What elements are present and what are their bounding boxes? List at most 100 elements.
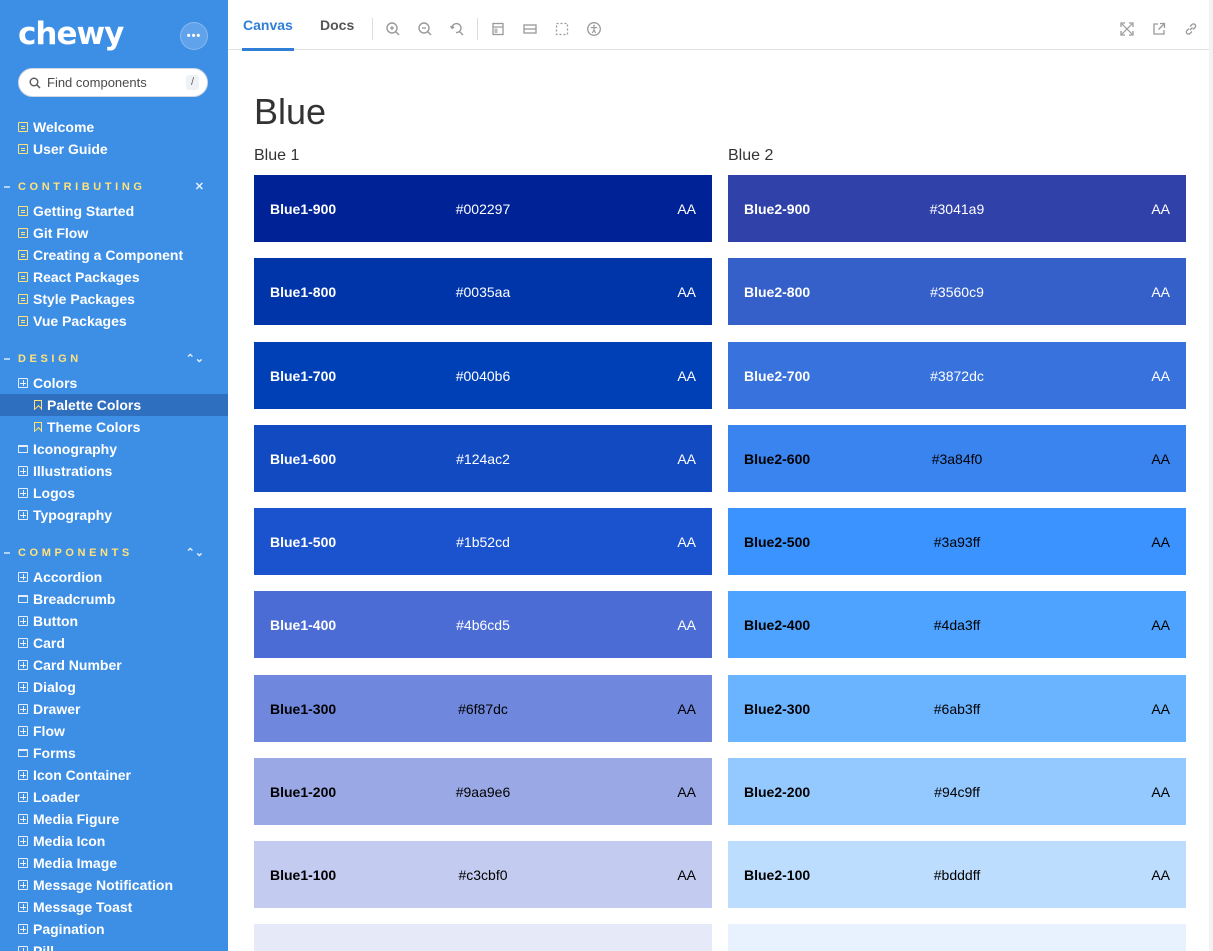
section-header-contributing[interactable]: CONTRIBUTING ✕ xyxy=(4,179,208,195)
sidebar-item-label: Dialog xyxy=(33,679,76,695)
section-marker xyxy=(4,358,10,360)
sidebar-item-media-figure[interactable]: Media Figure xyxy=(0,808,228,830)
swatch-hex: #4b6cd5 xyxy=(456,616,510,633)
accessibility-icon[interactable] xyxy=(586,21,602,37)
copy-link-icon[interactable] xyxy=(1183,21,1199,37)
sidebar-item-react-packages[interactable]: React Packages xyxy=(0,266,228,288)
open-new-tab-icon[interactable] xyxy=(1151,21,1167,37)
collapse-icon[interactable]: ✕ xyxy=(195,180,204,193)
sidebar-item-accordion[interactable]: Accordion xyxy=(0,566,228,588)
swatch-hex: #3a84f0 xyxy=(931,450,983,467)
sidebar-item-card-number[interactable]: Card Number xyxy=(0,654,228,676)
color-swatch: Blue2-700 #3872dc AA xyxy=(728,342,1186,409)
sidebar: chewy ••• / Welcome User Guide CONTRIBUTIN… xyxy=(0,0,228,951)
more-options-button[interactable]: ••• xyxy=(180,22,208,50)
sidebar-item-getting-started[interactable]: Getting Started xyxy=(0,200,228,222)
swatch-hex: #6f87dc xyxy=(458,700,508,717)
swatch-contrast-rating: AA xyxy=(677,450,696,467)
sidebar-item-forms[interactable]: Forms xyxy=(0,742,228,764)
sidebar-item-card[interactable]: Card xyxy=(0,632,228,654)
sidebar-item-label: Iconography xyxy=(33,441,118,457)
expand-collapse-icon[interactable]: ⌃⌄ xyxy=(186,352,204,365)
sidebar-item-message-notification[interactable]: Message Notification xyxy=(0,874,228,896)
folder-icon xyxy=(18,445,28,453)
sidebar-item-logos[interactable]: Logos xyxy=(0,482,228,504)
sidebar-item-style-packages[interactable]: Style Packages xyxy=(0,288,228,310)
search-icon xyxy=(29,77,41,88)
section-marker xyxy=(4,186,10,188)
component-icon xyxy=(18,726,28,736)
grid-icon[interactable] xyxy=(522,21,538,37)
document-icon xyxy=(18,122,28,132)
zoom-in-icon[interactable] xyxy=(385,21,401,37)
sidebar-item-loader[interactable]: Loader xyxy=(0,786,228,808)
search-input[interactable] xyxy=(47,75,167,90)
bookmark-icon xyxy=(34,422,42,432)
sidebar-item-user-guide[interactable]: User Guide xyxy=(0,138,228,160)
section-header-design[interactable]: DESIGN ⌃⌄ xyxy=(4,351,208,367)
swatch-hex: #94c9ff xyxy=(934,783,980,800)
sidebar-item-creating-a-component[interactable]: Creating a Component xyxy=(0,244,228,266)
sidebar-item-message-toast[interactable]: Message Toast xyxy=(0,896,228,918)
component-icon xyxy=(18,638,28,648)
swatch-hex: #3872dc xyxy=(930,367,984,384)
zoom-out-icon[interactable] xyxy=(417,21,433,37)
sidebar-item-typography[interactable]: Typography xyxy=(0,504,228,526)
sidebar-item-palette-colors[interactable]: Palette Colors xyxy=(0,394,228,416)
swatch-hex: #0040b6 xyxy=(455,367,511,384)
swatch-hex: #3560c9 xyxy=(930,283,984,300)
component-icon xyxy=(18,902,28,912)
sidebar-item-breadcrumb[interactable]: Breadcrumb xyxy=(0,588,228,610)
sidebar-item-theme-colors[interactable]: Theme Colors xyxy=(0,416,228,438)
zoom-reset-icon[interactable] xyxy=(449,21,465,37)
swatch-contrast-rating: AA xyxy=(677,616,696,633)
toolbar-divider xyxy=(372,18,373,40)
section-title: DESIGN xyxy=(18,353,82,365)
sidebar-item-label: Breadcrumb xyxy=(33,591,116,607)
swatch-hex: #c3cbf0 xyxy=(458,866,508,883)
sidebar-item-icon-container[interactable]: Icon Container xyxy=(0,764,228,786)
sidebar-item-label: Illustrations xyxy=(33,463,113,479)
swatch-contrast-rating: AA xyxy=(1151,700,1170,717)
component-icon xyxy=(18,880,28,890)
tab-docs[interactable]: Docs xyxy=(320,0,354,50)
chewy-logo[interactable]: chewy xyxy=(18,16,124,52)
sidebar-item-dialog[interactable]: Dialog xyxy=(0,676,228,698)
sidebar-item-label: Card xyxy=(33,635,65,651)
sidebar-item-media-image[interactable]: Media Image xyxy=(0,852,228,874)
color-swatch: Blue2-200 #94c9ff AA xyxy=(728,758,1186,825)
search-box[interactable]: / xyxy=(18,68,208,97)
sidebar-item-drawer[interactable]: Drawer xyxy=(0,698,228,720)
swatch-hex: #6ab3ff xyxy=(933,700,981,717)
sidebar-item-label: Style Packages xyxy=(33,291,135,307)
sidebar-item-media-icon[interactable]: Media Icon xyxy=(0,830,228,852)
column-title-blue-1: Blue 1 xyxy=(254,147,300,164)
sidebar-item-label: Drawer xyxy=(33,701,81,717)
sidebar-item-welcome[interactable]: Welcome xyxy=(0,116,228,138)
sidebar-item-vue-packages[interactable]: Vue Packages xyxy=(0,310,228,332)
tab-canvas[interactable]: Canvas xyxy=(242,0,294,51)
sidebar-item-label: Button xyxy=(33,613,79,629)
sidebar-item-label: Creating a Component xyxy=(33,247,184,263)
sidebar-item-pagination[interactable]: Pagination xyxy=(0,918,228,940)
color-swatch: Blue2-600 #3a84f0 AA xyxy=(728,425,1186,492)
sidebar-item-git-flow[interactable]: Git Flow xyxy=(0,222,228,244)
section-header-components[interactable]: COMPONENTS ⌃⌄ xyxy=(4,545,208,561)
sidebar-item-illustrations[interactable]: Illustrations xyxy=(0,460,228,482)
swatch-contrast-rating: AA xyxy=(1151,783,1170,800)
expand-collapse-icon[interactable]: ⌃⌄ xyxy=(186,546,204,559)
outline-icon[interactable] xyxy=(554,21,570,37)
fullscreen-icon[interactable] xyxy=(1119,21,1135,37)
document-icon xyxy=(18,144,28,154)
background-icon[interactable] xyxy=(490,21,506,37)
sidebar-item-flow[interactable]: Flow xyxy=(0,720,228,742)
component-icon xyxy=(18,660,28,670)
swatch-contrast-rating: AA xyxy=(1151,200,1170,217)
sidebar-item-button[interactable]: Button xyxy=(0,610,228,632)
sidebar-item-label: Media Icon xyxy=(33,833,106,849)
sidebar-item-colors[interactable]: Colors xyxy=(0,372,228,394)
sidebar-item-pill[interactable]: Pill xyxy=(0,940,228,951)
sidebar-item-iconography[interactable]: Iconography xyxy=(0,438,228,460)
folder-icon xyxy=(18,749,28,757)
document-icon xyxy=(18,228,28,238)
